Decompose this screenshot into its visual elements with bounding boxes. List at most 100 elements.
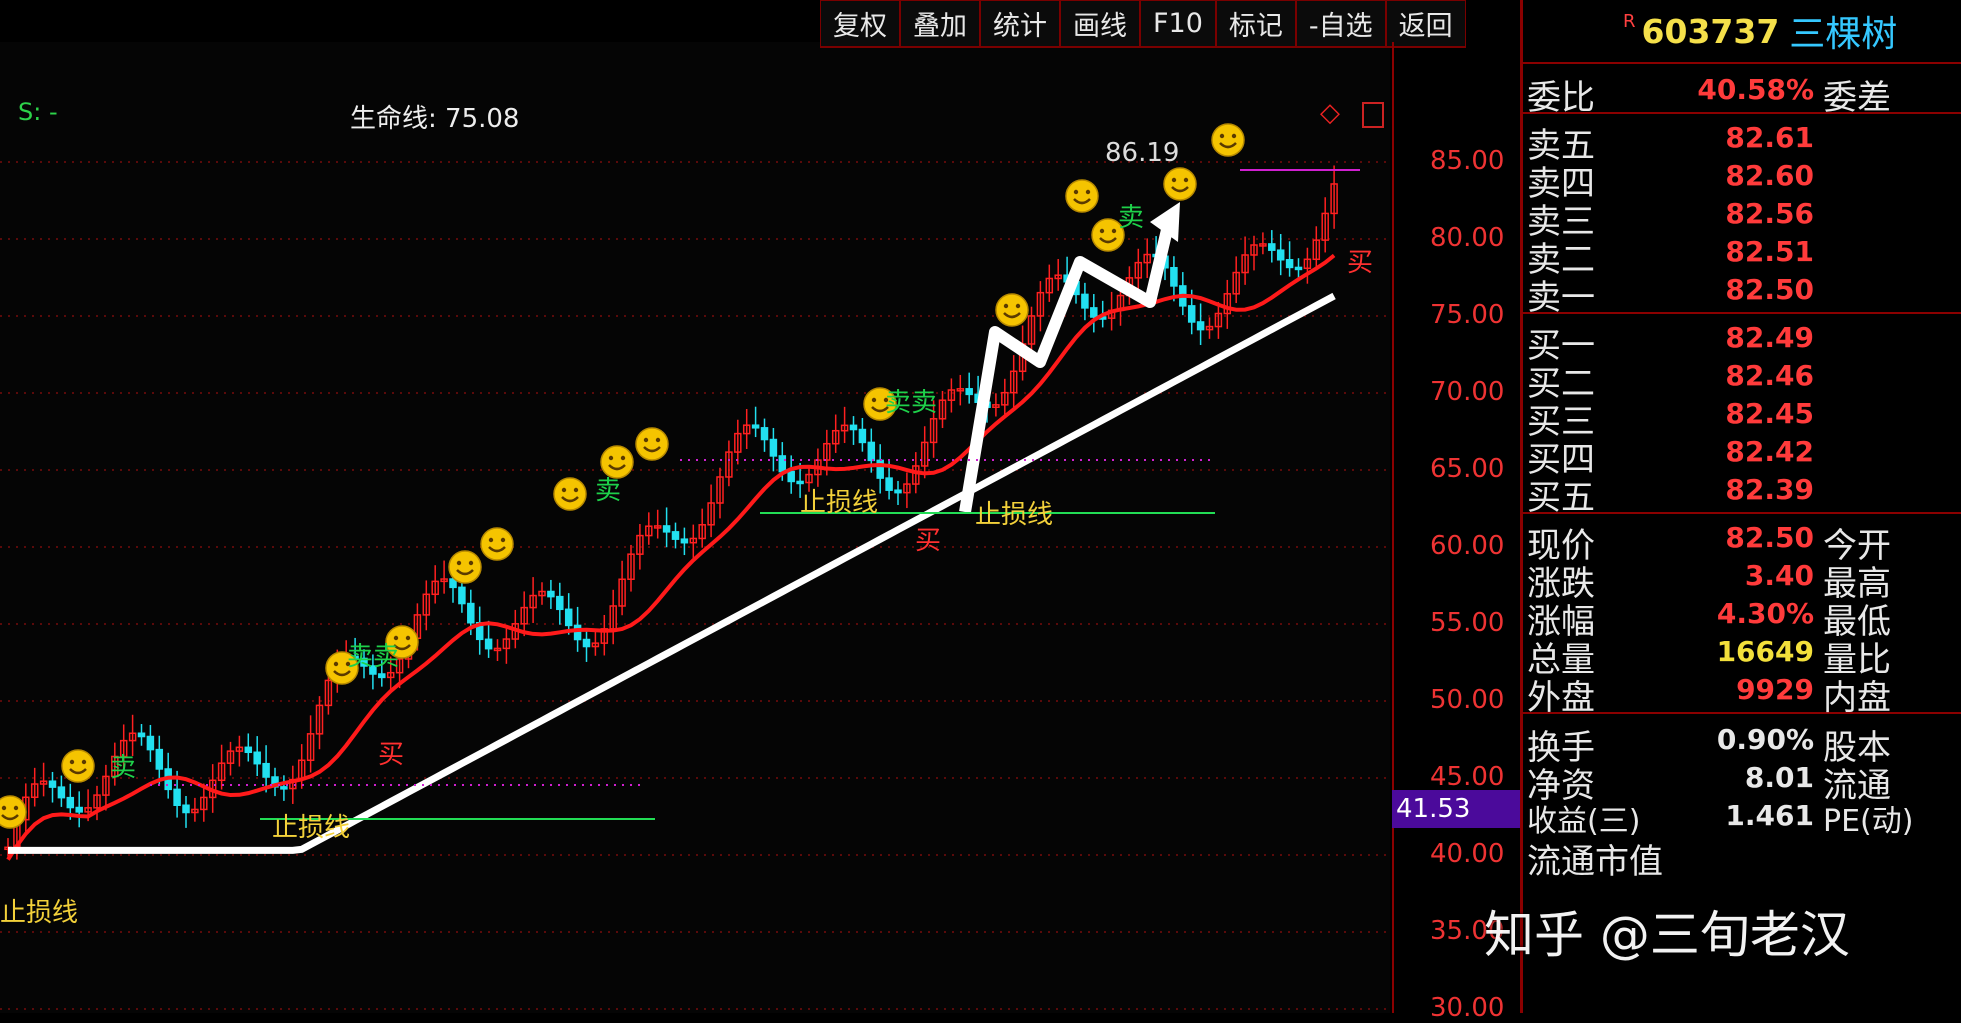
tick: 60.00 (1430, 531, 1505, 561)
smiley-eye (1, 805, 7, 811)
tick: 70.00 (1430, 377, 1505, 407)
f10-button[interactable]: F10 (1140, 0, 1216, 48)
candle-body (173, 788, 181, 807)
smiley-icon (480, 527, 514, 561)
candle-body (182, 804, 190, 814)
candle-body (1187, 305, 1196, 323)
peak-label: 86.19 (1105, 138, 1180, 168)
bid-price: 82.45 (1725, 397, 1814, 430)
tick: 40.00 (1430, 839, 1505, 869)
chart-toolbar: 复权 叠加 统计 画线 F10 标记 -自选 返回 (820, 0, 1466, 50)
weicha-label: 委差 (1823, 78, 1891, 118)
bid-row[interactable]: 买二 82.46 (1523, 356, 1961, 404)
smiley-eye (1111, 228, 1117, 234)
candle-body (1081, 293, 1089, 309)
diamond-icon[interactable]: ◇ (1320, 98, 1340, 128)
tick: 75.00 (1430, 300, 1505, 330)
ask-price: 82.56 (1725, 197, 1814, 230)
kline-chart-area[interactable]: S: - 生命线: 75.08 86.19 止损线 止损线 止损线 止损线 买 … (0, 42, 1390, 1013)
smiley-eye (1219, 133, 1225, 139)
candle-body (1294, 266, 1303, 271)
stats-button[interactable]: 统计 (980, 0, 1060, 48)
candle-body (484, 638, 493, 650)
candle-body (787, 470, 795, 483)
weibi-row: 委比 40.58% 委差 (1523, 64, 1961, 118)
smiley-eye (81, 759, 87, 765)
candle-body (155, 748, 164, 770)
tick: 55.00 (1430, 608, 1505, 638)
sell-label-5: 卖 (1118, 203, 1145, 233)
quote-value: 16649 (1716, 635, 1814, 668)
bid-price: 82.49 (1725, 321, 1814, 354)
candle-body (1268, 243, 1276, 251)
smiley-eye (69, 759, 75, 765)
candle-body (858, 428, 867, 444)
panel-toggle-icon[interactable] (1362, 102, 1384, 128)
quote-value: 4.30% (1716, 597, 1814, 630)
smiley-icon (0, 795, 27, 829)
quote-value: 82.50 (1725, 521, 1814, 554)
remove-watchlist-button[interactable]: -自选 (1295, 0, 1386, 48)
candle-body (57, 786, 66, 799)
stock-header[interactable]: R 603737 三棵树 (1523, 0, 1961, 64)
candle-body (137, 732, 146, 738)
smiley-eye (468, 560, 474, 566)
candle-body (66, 796, 75, 809)
tick: 80.00 (1430, 223, 1505, 253)
candle-body (1090, 307, 1098, 318)
back-button[interactable]: 返回 (1385, 0, 1466, 48)
ask-row[interactable]: 卖五 82.61 (1523, 118, 1961, 166)
watermark: 知乎 @三旬老汉 (1484, 906, 1850, 964)
candle-body (378, 673, 386, 679)
candle-body (671, 531, 680, 540)
candle-body (262, 762, 270, 778)
candle-body (885, 477, 893, 491)
bid-row[interactable]: 买五 82.39 (1523, 470, 1961, 518)
stop-label-3: 止损线 (800, 488, 879, 518)
rights-badge: R (1623, 10, 1636, 32)
smiley-icon (448, 550, 482, 584)
candle-body (244, 746, 253, 754)
candle-body (547, 590, 555, 598)
ask-row[interactable]: 卖一 82.50 (1523, 270, 1961, 318)
candle-body (48, 780, 57, 788)
bid-row[interactable]: 买四 82.42 (1523, 432, 1961, 480)
smiley-eye (643, 437, 649, 443)
extra-list: 换手 0.90% 股本 净资 8.01 流通 收益(三) 1.461 PE(动) 流通市值 (1523, 714, 1961, 882)
bid-row[interactable]: 买三 82.45 (1523, 394, 1961, 442)
tick: 45.00 (1430, 762, 1505, 792)
candle-body (573, 624, 582, 641)
smiley-eye (1171, 177, 1177, 183)
ma-red-line (6, 253, 1336, 861)
smiley-eye (1003, 303, 1009, 309)
ask-row[interactable]: 卖四 82.60 (1523, 156, 1961, 204)
ask-row[interactable]: 卖三 82.56 (1523, 194, 1961, 242)
buy-label-1: 买 (378, 740, 405, 770)
candle-body (769, 438, 778, 457)
extra-value: 0.90% (1716, 723, 1814, 756)
smiley-eye (1231, 133, 1237, 139)
draw-line-button[interactable]: 画线 (1060, 0, 1140, 48)
kline-chart[interactable] (0, 42, 1390, 1013)
bid-price: 82.46 (1725, 359, 1814, 392)
smiley-icon (635, 427, 669, 461)
smiley-eye (488, 537, 494, 543)
overlay-button[interactable]: 叠加 (900, 0, 980, 48)
candle-body (1276, 249, 1285, 261)
mark-button[interactable]: 标记 (1215, 0, 1296, 48)
ask-price: 82.50 (1725, 273, 1814, 306)
bid-row[interactable]: 买一 82.49 (1523, 318, 1961, 366)
restore-rights-button[interactable]: 复权 (820, 0, 900, 48)
extra-value: 8.01 (1744, 761, 1814, 794)
smiley-icon (1163, 167, 1197, 201)
smiley-eye (608, 455, 614, 461)
smiley-eye (13, 805, 19, 811)
quote-label: 外盘 (1527, 678, 1595, 718)
candle-body (751, 424, 760, 429)
current-price-marker: 41.53 (1392, 790, 1520, 828)
sell-label-4: 卖卖 (885, 388, 938, 418)
life-line (8, 292, 1336, 854)
smiley-eye (1099, 228, 1105, 234)
ask-row[interactable]: 卖二 82.51 (1523, 232, 1961, 280)
candle-body (760, 427, 769, 441)
